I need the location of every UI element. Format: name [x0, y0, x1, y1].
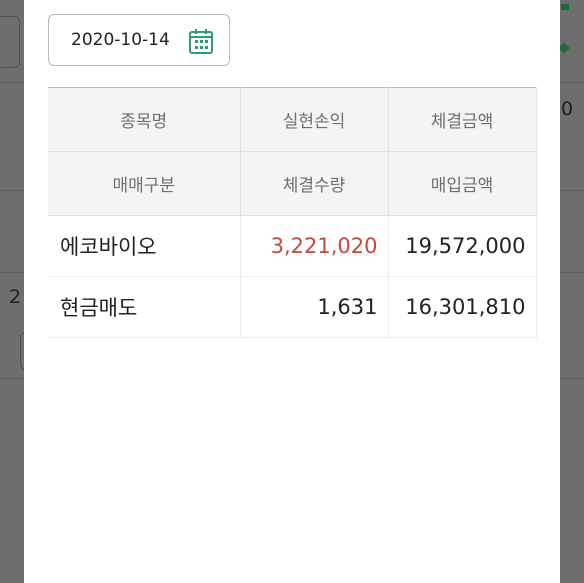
- background-text: 0: [561, 98, 574, 120]
- column-header-trade-type: 매매구분: [48, 151, 241, 216]
- date-value: 2020-10-14: [71, 30, 170, 50]
- executed-qty-cell: 1,631: [239, 276, 389, 338]
- column-header-executed-amount: 체결금액: [387, 87, 537, 152]
- trade-detail-modal: 2020-10-14 종목명 실현손익 체결금액 매매구분 체결수량 매입금액 …: [24, 0, 560, 583]
- trade-type-cell: 현금매도: [48, 276, 241, 338]
- background-accent: [558, 42, 570, 54]
- header-row: 매매구분 체결수량 매입금액: [48, 151, 537, 216]
- column-header-executed-qty: 체결수량: [239, 151, 389, 216]
- background-field: [0, 16, 20, 68]
- trade-table: 종목명 실현손익 체결금액 매매구분 체결수량 매입금액 에코바이오 3,221…: [48, 87, 537, 338]
- table-row[interactable]: 에코바이오 3,221,020 19,572,000: [48, 215, 537, 277]
- column-header-purchase-amount: 매입금액: [387, 151, 537, 216]
- column-header-realized-pnl: 실현손익: [239, 87, 389, 152]
- column-header-stock-name: 종목명: [48, 87, 241, 152]
- realized-pnl-cell: 3,221,020: [239, 215, 389, 277]
- calendar-icon[interactable]: [188, 27, 214, 55]
- table-row[interactable]: 현금매도 1,631 16,301,810: [48, 276, 537, 338]
- header-row: 종목명 실현손익 체결금액: [48, 87, 537, 152]
- stock-name-cell: 에코바이오: [48, 215, 241, 277]
- purchase-amount-cell: 16,301,810: [387, 276, 537, 338]
- executed-amount-cell: 19,572,000: [387, 215, 537, 277]
- background-accent: [561, 4, 569, 10]
- background-text: 2: [9, 286, 22, 308]
- date-picker[interactable]: 2020-10-14: [48, 14, 230, 66]
